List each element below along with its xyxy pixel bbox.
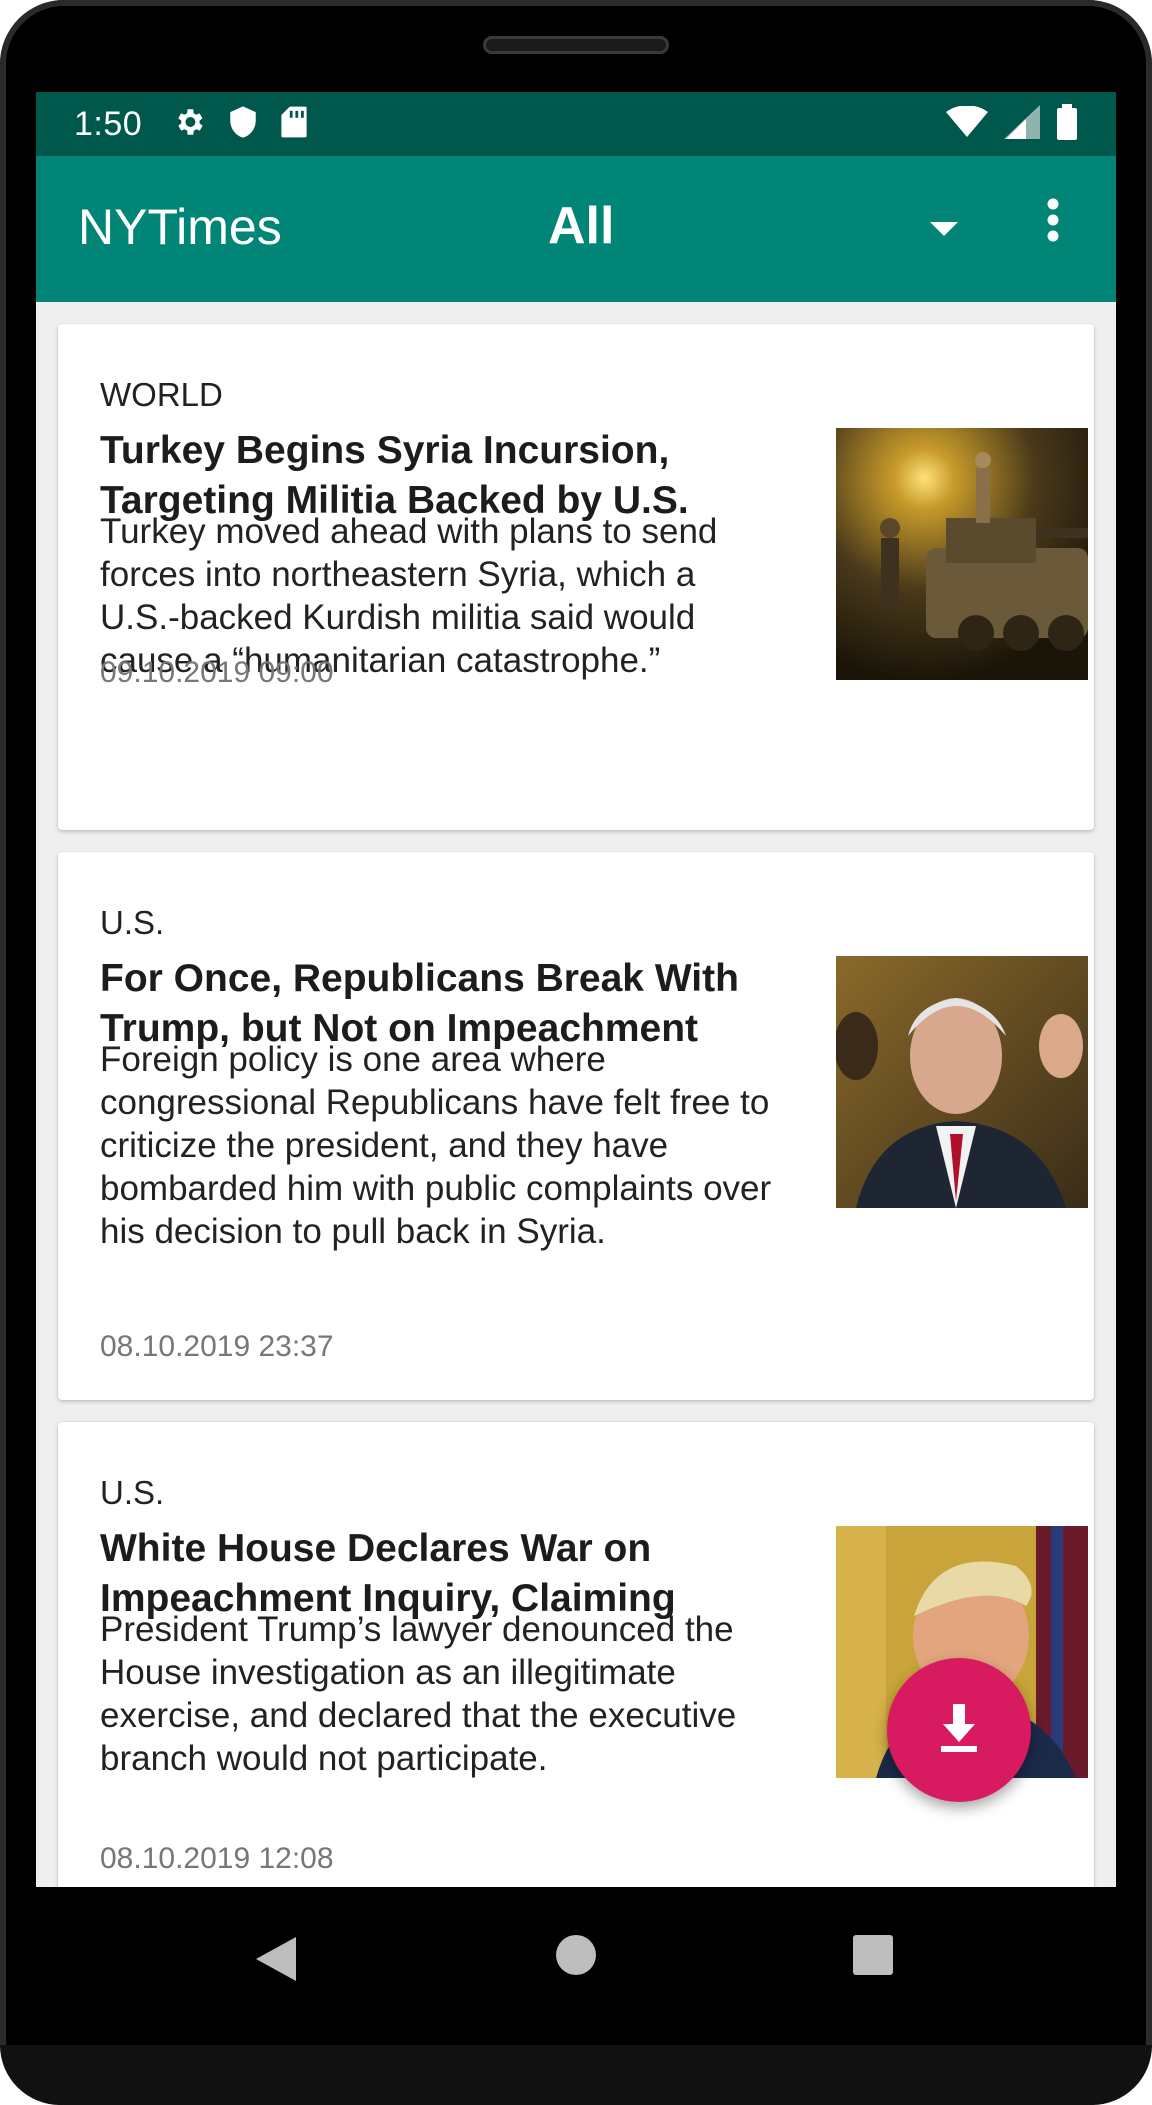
app-title: NYTimes	[78, 199, 282, 255]
download-icon	[935, 1702, 983, 1759]
download-button[interactable]	[887, 1658, 1031, 1802]
article-thumbnail	[836, 428, 1088, 680]
dropdown-arrow-icon[interactable]	[928, 220, 968, 250]
gear-icon	[172, 105, 206, 144]
cell-signal-icon	[1004, 104, 1040, 144]
section-filter-select[interactable]: All	[548, 196, 614, 256]
battery-icon	[1056, 103, 1078, 145]
article-section: U.S.	[100, 1474, 165, 1511]
sd-card-icon	[280, 105, 308, 144]
wifi-icon	[946, 104, 988, 143]
home-icon[interactable]	[554, 1933, 614, 1993]
status-time: 1:50	[74, 104, 143, 143]
article-abstract: President Trump’s lawyer denounced the H…	[100, 1610, 737, 1778]
article-date: 08.10.2019 12:08	[100, 1842, 334, 1875]
back-icon[interactable]	[252, 1933, 312, 1993]
app-bar: NYTimes All	[36, 156, 1116, 302]
article-date: 09.10.2019 09:00	[100, 656, 334, 689]
article-abstract: Foreign policy is one area where congres…	[100, 1040, 772, 1251]
article-list-viewport[interactable]: WORLD Turkey Begins Syria Incursion, Tar…	[36, 302, 1116, 1887]
status-bar: 1:50	[36, 92, 1116, 156]
article-section: U.S.	[100, 904, 165, 941]
recents-icon[interactable]	[851, 1933, 911, 1993]
article-thumbnail	[836, 956, 1088, 1208]
article-card[interactable]: U.S. For Once, Republicans Break With Tr…	[58, 852, 1094, 1400]
article-card[interactable]: U.S. White House Declares War on Impeach…	[58, 1422, 1094, 1887]
speaker-grille	[483, 36, 669, 54]
article-section: WORLD	[100, 376, 223, 413]
overflow-menu-icon[interactable]	[1038, 198, 1068, 268]
shield-icon	[228, 105, 258, 144]
article-card[interactable]: WORLD Turkey Begins Syria Incursion, Tar…	[58, 324, 1094, 830]
navigation-bar	[36, 1887, 1116, 2045]
article-date: 08.10.2019 23:37	[100, 1330, 334, 1363]
device-bottom-edge	[0, 2045, 1152, 2105]
